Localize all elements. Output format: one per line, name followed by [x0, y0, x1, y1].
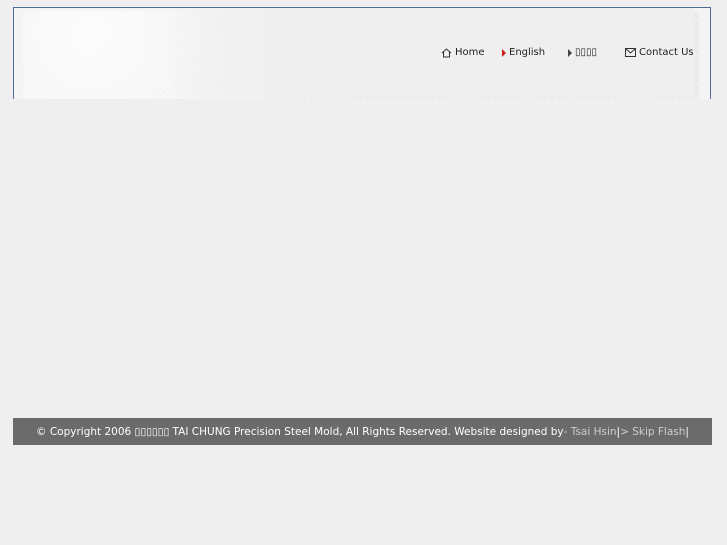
arrow-right-icon [568, 48, 572, 57]
nav-home-link[interactable]: Home [441, 47, 485, 58]
footer-separator: | [685, 425, 689, 438]
nav-chinese-link[interactable]: ▯▯▯▯ [568, 47, 597, 58]
arrow-right-icon [502, 48, 506, 57]
designer-link[interactable]: - Tsai Hsin [564, 426, 617, 438]
nav-home-label: Home [455, 47, 485, 58]
nav-contact-link[interactable]: Contact Us [625, 47, 694, 58]
nav-english-label: English [509, 47, 546, 58]
mail-icon [625, 48, 636, 57]
nav-english-link[interactable]: English [502, 47, 545, 58]
nav-chinese-label: ▯▯▯▯ [575, 47, 598, 58]
home-icon [441, 47, 452, 58]
nav-contact-label: Contact Us [639, 47, 694, 58]
skip-flash-link[interactable]: > Skip Flash [620, 426, 685, 438]
copyright-text: © Copyright 2006 ▯▯▯▯▯▯ TAI CHUNG Precis… [36, 425, 564, 438]
footer-bar: © Copyright 2006 ▯▯▯▯▯▯ TAI CHUNG Precis… [13, 418, 712, 445]
header-fade [174, 8, 694, 97]
header-banner [13, 7, 711, 99]
